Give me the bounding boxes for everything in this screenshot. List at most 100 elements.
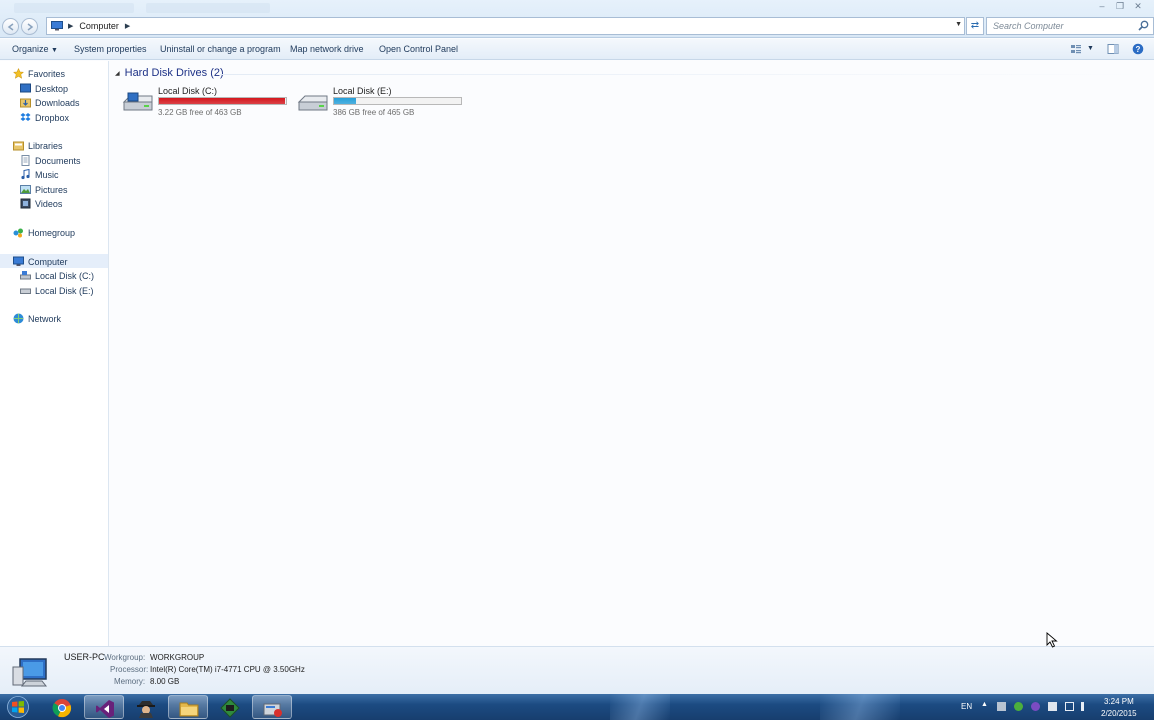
- sidebar-item-local-disk-c[interactable]: Local Disk (C:): [20, 269, 94, 282]
- sidebar-item-label: Documents: [35, 155, 81, 166]
- collapse-triangle-icon[interactable]: ◢: [115, 70, 120, 77]
- sidebar-item-computer[interactable]: Computer: [13, 255, 68, 268]
- dropbox-icon: [20, 113, 31, 121]
- svg-text:?: ?: [1136, 45, 1141, 54]
- sidebar-item-downloads[interactable]: Downloads: [20, 96, 80, 109]
- usage-bar: [158, 97, 287, 105]
- hard-drive-icon: [297, 95, 328, 111]
- drive-name: Local Disk (C:): [158, 86, 218, 96]
- workgroup-value: WORKGROUP: [150, 653, 205, 662]
- sidebar-item-label: Computer: [28, 256, 68, 267]
- volume-icon[interactable]: [1081, 702, 1089, 711]
- drive-management-icon: [263, 703, 282, 717]
- sidebar-item-favorites[interactable]: Favorites: [13, 67, 65, 80]
- sidebar-item-pictures[interactable]: Pictures: [20, 183, 68, 196]
- system-properties-button[interactable]: System properties: [74, 44, 147, 54]
- drive-tile-c[interactable]: Local Disk (C:) 3.22 GB free of 463 GB: [122, 84, 292, 118]
- taskbar-app-spy[interactable]: [126, 695, 166, 719]
- tray-purple-icon[interactable]: [1031, 702, 1040, 711]
- search-icon[interactable]: [1138, 20, 1149, 31]
- change-view-icon[interactable]: [1070, 43, 1082, 55]
- pc-name: USER-PC: [64, 652, 105, 662]
- breadcrumb-chevron-icon[interactable]: ▶: [68, 22, 73, 30]
- sidebar-item-dropbox[interactable]: Dropbox: [20, 111, 69, 124]
- sidebar-item-videos[interactable]: Videos: [20, 197, 62, 210]
- background-tab: [146, 3, 270, 13]
- close-button[interactable]: ✕: [1130, 1, 1146, 12]
- forward-arrow-icon: [27, 23, 33, 31]
- sidebar-item-label: Local Disk (E:): [35, 285, 94, 296]
- computer-icon: [13, 256, 24, 266]
- taskbar-explorer[interactable]: [168, 695, 208, 719]
- organize-button[interactable]: Organize ▼: [12, 44, 58, 54]
- restore-button[interactable]: ❐: [1112, 1, 1128, 12]
- sidebar-item-label: Pictures: [35, 184, 68, 195]
- sidebar-item-desktop[interactable]: Desktop: [20, 82, 68, 95]
- sidebar-item-documents[interactable]: Documents: [20, 154, 81, 167]
- pictures-icon: [20, 185, 31, 194]
- folder-icon: [179, 702, 199, 717]
- usage-bar: [333, 97, 462, 105]
- command-bar: Organize ▼ System properties Uninstall o…: [0, 39, 1154, 60]
- search-input[interactable]: Search Computer: [986, 17, 1154, 35]
- preview-pane-icon[interactable]: [1107, 43, 1119, 55]
- sidebar-item-homegroup[interactable]: Homegroup: [13, 226, 75, 239]
- taskbar-app-green[interactable]: [210, 695, 250, 719]
- tray-settings-icon[interactable]: [1048, 702, 1057, 711]
- workgroup-label: Workgroup:: [104, 653, 146, 662]
- title-bar: – ❐ ✕ ▶ Computer ▶ ▼ ⇄ Search Computer: [0, 0, 1154, 38]
- uninstall-program-button[interactable]: Uninstall or change a program: [160, 44, 281, 54]
- sidebar-item-label: Videos: [35, 198, 63, 209]
- refresh-button[interactable]: ⇄: [966, 17, 984, 35]
- tray-app-icon[interactable]: [997, 702, 1006, 711]
- view-options-chevron-icon[interactable]: ▼: [1087, 45, 1094, 52]
- wallpaper-streak: [820, 694, 900, 720]
- refresh-icon: ⇄: [970, 20, 980, 31]
- desktop-icon: [20, 83, 31, 93]
- sidebar-item-music[interactable]: Music: [20, 168, 59, 181]
- chrome-icon: [52, 699, 72, 718]
- libraries-icon: [13, 141, 24, 151]
- chevron-down-icon: ▼: [51, 47, 58, 54]
- back-button[interactable]: [2, 18, 19, 35]
- usage-bar-fill: [334, 98, 356, 104]
- taskbar-visual-studio[interactable]: [84, 695, 124, 719]
- organize-label: Organize: [12, 44, 49, 54]
- tray-green-icon[interactable]: [1014, 702, 1023, 711]
- forward-button[interactable]: [21, 18, 38, 35]
- open-control-panel-button[interactable]: Open Control Panel: [379, 44, 458, 54]
- minimize-button[interactable]: –: [1094, 1, 1110, 12]
- drive-tile-e[interactable]: Local Disk (E:) 386 GB free of 465 GB: [297, 84, 467, 118]
- start-button[interactable]: [4, 696, 32, 718]
- map-network-drive-button[interactable]: Map network drive: [290, 44, 364, 54]
- search-placeholder: Search Computer: [993, 21, 1064, 31]
- details-pane: USER-PC Workgroup: WORKGROUP Processor: …: [0, 646, 1154, 694]
- clock-time[interactable]: 3:24 PM: [1104, 697, 1134, 706]
- system-drive-icon: [20, 271, 31, 280]
- taskbar-computer-window[interactable]: [252, 695, 292, 719]
- group-header-hard-disk-drives[interactable]: ◢ Hard Disk Drives (2): [115, 67, 224, 79]
- clock-date[interactable]: 2/20/2015: [1101, 709, 1137, 718]
- sidebar-item-label: Dropbox: [35, 112, 70, 123]
- help-icon[interactable]: ?: [1132, 43, 1144, 55]
- show-hidden-icons-icon[interactable]: ▲: [981, 701, 988, 708]
- address-dropdown-icon[interactable]: ▼: [955, 21, 962, 28]
- sidebar-item-label: Local Disk (C:): [35, 270, 95, 281]
- window-controls: – ❐ ✕: [1094, 1, 1146, 12]
- processor-label: Processor:: [110, 665, 149, 674]
- action-center-flag-icon[interactable]: [1065, 702, 1074, 711]
- language-indicator[interactable]: EN: [961, 702, 972, 711]
- breadcrumb-computer[interactable]: Computer: [79, 21, 119, 31]
- breadcrumb-chevron-icon[interactable]: ▶: [125, 22, 130, 30]
- free-space-text: 386 GB free of 465 GB: [333, 108, 415, 117]
- shield-app-icon: [220, 698, 240, 718]
- computer-icon: [51, 21, 63, 31]
- spy-icon: [137, 701, 155, 718]
- sidebar-item-local-disk-e[interactable]: Local Disk (E:): [20, 284, 94, 297]
- address-bar[interactable]: ▶ Computer ▶ ▼: [46, 17, 965, 35]
- sidebar-item-network[interactable]: Network: [13, 312, 61, 325]
- sidebar-item-libraries[interactable]: Libraries: [13, 139, 63, 152]
- documents-icon: [21, 155, 30, 166]
- taskbar-chrome[interactable]: [42, 695, 82, 719]
- hard-drive-icon: [20, 288, 31, 294]
